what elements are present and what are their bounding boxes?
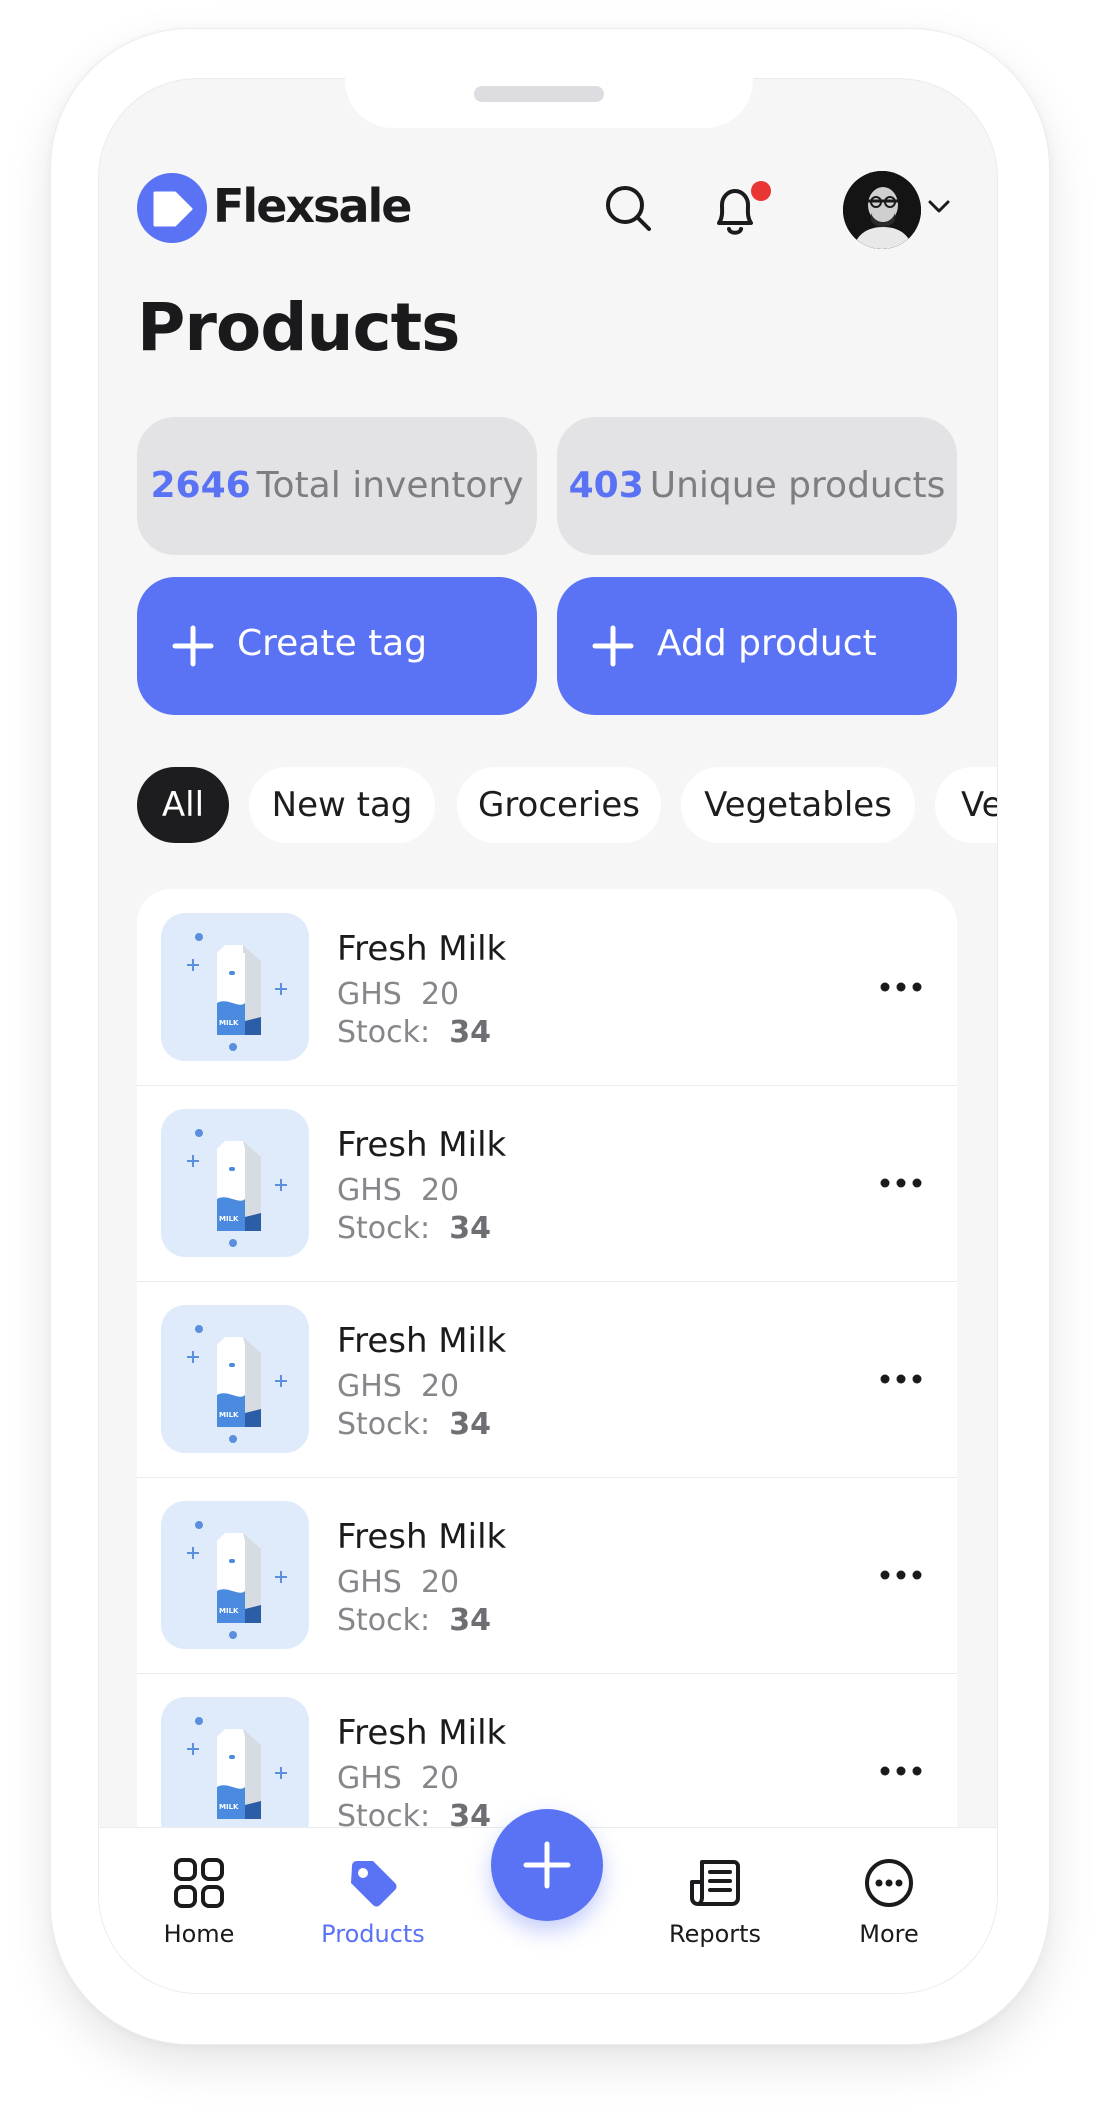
price-currency: GHS [337, 1565, 402, 1600]
product-name: Fresh Milk [337, 1321, 507, 1361]
more-options-icon[interactable] [877, 1365, 925, 1393]
nav-reports-label: Reports [668, 1920, 762, 1948]
add-fab-button[interactable] [491, 1809, 603, 1921]
more-options-icon[interactable] [877, 1757, 925, 1785]
price-currency: GHS [337, 977, 402, 1012]
price-currency: GHS [337, 1369, 402, 1404]
stock-label: Stock: [337, 1407, 431, 1442]
price-currency: GHS [337, 1173, 402, 1208]
product-name: Fresh Milk [337, 1713, 507, 1753]
svg-text:MILK: MILK [219, 1411, 239, 1419]
phone-speaker [474, 86, 604, 102]
list-item[interactable]: MILK Fresh Milk GHS 20 Stock: 34 [137, 889, 957, 1086]
more-options-icon[interactable] [877, 973, 925, 1001]
svg-text:MILK: MILK [219, 1019, 239, 1027]
nav-products[interactable]: Products [303, 1856, 443, 1948]
stock-label: Stock: [337, 1211, 431, 1246]
price-value: 20 [420, 1173, 460, 1208]
more-options-icon[interactable] [877, 1561, 925, 1589]
milk-carton-icon: MILK [187, 1521, 287, 1639]
nav-home-label: Home [163, 1920, 235, 1948]
product-price: GHS 20 [337, 1761, 459, 1796]
milk-carton-icon: MILK [187, 933, 287, 1051]
stock-label: Stock: [337, 1015, 431, 1050]
more-options-icon[interactable] [877, 1169, 925, 1197]
milk-carton-icon: MILK [187, 1129, 287, 1247]
nav-more-label: More [859, 1920, 919, 1948]
list-item[interactable]: MILK Fresh Milk GHS 20 Stock: 34 [137, 1085, 957, 1282]
product-price: GHS 20 [337, 1173, 459, 1208]
price-currency: GHS [337, 1761, 402, 1796]
nav-products-label: Products [321, 1920, 425, 1948]
product-thumbnail: MILK [161, 1697, 309, 1845]
nav-home[interactable]: Home [129, 1856, 269, 1948]
product-thumbnail: MILK [161, 1501, 309, 1649]
price-value: 20 [420, 1565, 460, 1600]
product-stock: Stock: 34 [337, 1015, 491, 1050]
svg-text:MILK: MILK [219, 1607, 239, 1615]
grid-icon [174, 1858, 224, 1908]
app-screen: Flexsale Products 2646 Total inventory 4… [98, 78, 998, 1994]
product-price: GHS 20 [337, 977, 459, 1012]
price-value: 20 [420, 977, 460, 1012]
tag-chip-groceries[interactable]: Groceries [457, 767, 661, 843]
milk-carton-icon: MILK [187, 1717, 287, 1835]
product-stock: Stock: 34 [337, 1211, 491, 1246]
stock-value: 34 [449, 1407, 491, 1442]
product-name: Fresh Milk [337, 1125, 507, 1165]
tag-filter-bar: All New tag Groceries Vegetables Ve [99, 79, 997, 879]
stock-value: 34 [449, 1603, 491, 1638]
nav-reports[interactable]: Reports [645, 1856, 785, 1948]
plus-icon [523, 1841, 571, 1889]
svg-text:MILK: MILK [219, 1803, 239, 1811]
product-name: Fresh Milk [337, 929, 507, 969]
price-value: 20 [420, 1761, 460, 1796]
product-stock: Stock: 34 [337, 1603, 491, 1638]
list-item[interactable]: MILK Fresh Milk GHS 20 Stock: 34 [137, 1281, 957, 1478]
tag-icon [351, 1861, 397, 1907]
product-thumbnail: MILK [161, 913, 309, 1061]
product-thumbnail: MILK [161, 1305, 309, 1453]
newspaper-icon [690, 1860, 740, 1906]
price-value: 20 [420, 1369, 460, 1404]
list-item[interactable]: MILK Fresh Milk GHS 20 Stock: 34 [137, 1477, 957, 1674]
svg-text:MILK: MILK [219, 1215, 239, 1223]
more-circle-icon [865, 1859, 913, 1907]
product-name: Fresh Milk [337, 1517, 507, 1557]
product-list: MILK Fresh Milk GHS 20 Stock: 34 MILK Fr… [137, 889, 957, 1849]
milk-carton-icon: MILK [187, 1325, 287, 1443]
nav-more[interactable]: More [819, 1856, 959, 1948]
product-stock: Stock: 34 [337, 1407, 491, 1442]
stock-value: 34 [449, 1211, 491, 1246]
stock-label: Stock: [337, 1603, 431, 1638]
tag-chip-partial[interactable]: Ve [935, 767, 997, 843]
stock-value: 34 [449, 1015, 491, 1050]
product-thumbnail: MILK [161, 1109, 309, 1257]
tag-chip-new-tag[interactable]: New tag [249, 767, 435, 843]
tag-chip-all[interactable]: All [137, 767, 229, 843]
tag-chip-vegetables[interactable]: Vegetables [681, 767, 915, 843]
product-price: GHS 20 [337, 1369, 459, 1404]
product-price: GHS 20 [337, 1565, 459, 1600]
